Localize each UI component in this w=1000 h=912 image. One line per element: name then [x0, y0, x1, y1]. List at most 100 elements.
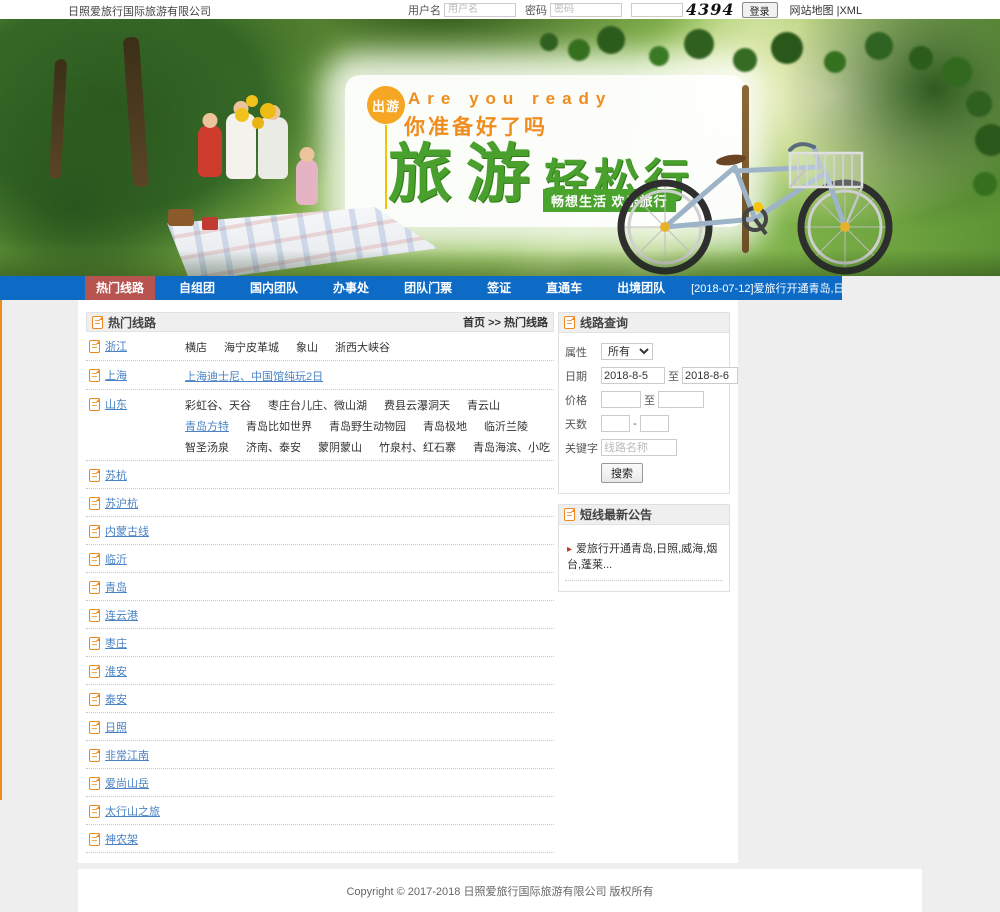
- nav-item[interactable]: 热门线路: [85, 276, 155, 300]
- route-row: 山东 彩虹谷、天谷 枣庄台儿庄、微山湖 费县云瀑洞天 青云山青岛方特 青岛比如世界 青岛野生…: [86, 390, 554, 461]
- company-name: 日照爱旅行国际旅游有限公司: [68, 3, 211, 19]
- document-icon: [564, 316, 575, 329]
- days-to-input[interactable]: [640, 415, 669, 432]
- nav-item[interactable]: 办事处: [322, 276, 380, 300]
- to-label: 至: [668, 368, 679, 384]
- route-link[interactable]: 济南、泰安: [246, 439, 301, 455]
- route-row: 爱尚山岳: [86, 769, 554, 797]
- captcha-input[interactable]: [631, 3, 683, 17]
- route-sublinks: [185, 747, 551, 748]
- breadcrumb-home-link[interactable]: 首页: [463, 317, 485, 329]
- region-link[interactable]: 神农架: [105, 831, 138, 847]
- keyword-input[interactable]: [601, 439, 677, 456]
- nav-item[interactable]: 自组团: [168, 276, 226, 300]
- region-link[interactable]: 临沂: [105, 551, 127, 567]
- route-search-form: 属性 所有 日期 至 价格 至: [559, 333, 729, 493]
- route-link[interactable]: 竹泉村、红石寨: [379, 439, 456, 455]
- nav-item[interactable]: 直通车: [535, 276, 593, 300]
- nav-item[interactable]: 国内团队: [239, 276, 309, 300]
- sunflowers-decoration: [246, 95, 258, 107]
- family-picnic-illustration: [150, 89, 450, 276]
- route-link[interactable]: 象山: [296, 339, 318, 355]
- login-button[interactable]: 登录: [742, 2, 778, 18]
- region-link[interactable]: 上海: [105, 367, 127, 383]
- price-label: 价格: [565, 392, 601, 408]
- route-link[interactable]: 青岛方特: [185, 418, 229, 434]
- price-to-input[interactable]: [658, 391, 704, 408]
- search-button[interactable]: 搜索: [601, 463, 643, 483]
- nav-item[interactable]: 团队门票: [393, 276, 463, 300]
- route-link[interactable]: 青岛海滨、小吃: [473, 439, 550, 455]
- notice-panel-title: 短线最新公告: [580, 506, 652, 523]
- region-link[interactable]: 青岛: [105, 579, 127, 595]
- route-link[interactable]: 临沂兰陵: [484, 418, 528, 434]
- route-sublinks: [185, 551, 551, 552]
- person-figure: [226, 113, 256, 179]
- nav-item[interactable]: 出境团队: [606, 276, 676, 300]
- route-link[interactable]: 费县云瀑洞天: [384, 397, 450, 413]
- region-link[interactable]: 苏杭: [105, 467, 127, 483]
- region-link[interactable]: 泰安: [105, 691, 127, 707]
- region-link[interactable]: 山东: [105, 396, 127, 412]
- region-link[interactable]: 连云港: [105, 607, 138, 623]
- sidebar-column: 线路查询 属性 所有 日期 至 价格: [558, 312, 730, 853]
- route-sublinks: [185, 803, 551, 804]
- sitemap-link[interactable]: 网站地图: [790, 5, 834, 17]
- route-sublinks: [185, 663, 551, 664]
- route-row: 苏沪杭: [86, 489, 554, 517]
- route-row: 太行山之旅: [86, 797, 554, 825]
- document-icon: [89, 833, 100, 846]
- region-link[interactable]: 浙江: [105, 338, 127, 354]
- region-link[interactable]: 淮安: [105, 663, 127, 679]
- route-link[interactable]: 上海迪士尼、中国馆纯玩2日: [185, 368, 323, 384]
- route-link[interactable]: 海宁皮革城: [224, 339, 279, 355]
- route-row: 神农架: [86, 825, 554, 853]
- route-row: 青岛: [86, 573, 554, 601]
- bicycle-illustration: [585, 127, 915, 276]
- days-from-input[interactable]: [601, 415, 630, 432]
- route-link[interactable]: 青岛比如世界: [246, 418, 312, 434]
- route-row: 临沂: [86, 545, 554, 573]
- region-link[interactable]: 日照: [105, 719, 127, 735]
- date-to-input[interactable]: [682, 367, 738, 384]
- route-sublinks: [185, 607, 551, 608]
- route-link[interactable]: 彩虹谷、天谷: [185, 397, 251, 413]
- person-figure: [198, 125, 222, 177]
- region-link[interactable]: 内蒙古线: [105, 523, 149, 539]
- notice-panel: 短线最新公告 ▸爱旅行开通青岛,日照,威海,烟台,蓬莱...: [558, 504, 730, 592]
- route-sublinks: [185, 831, 551, 832]
- nav-news-ticker[interactable]: [2018-07-12]爱旅行开通青岛,日照,威海,烟台,蓬莱,连云港金品五日.…: [691, 280, 842, 296]
- main-nav: 热门线路自组团国内团队办事处团队门票签证直通车出境团队 [2018-07-12]…: [0, 276, 842, 300]
- document-icon: [89, 581, 100, 594]
- region-link[interactable]: 枣庄: [105, 635, 127, 651]
- route-sublinks: 横店 海宁皮革城 象山 浙西大峡谷: [185, 338, 551, 355]
- region-link[interactable]: 非常江南: [105, 747, 149, 763]
- route-link[interactable]: 枣庄台儿庄、微山湖: [268, 397, 367, 413]
- route-link[interactable]: 青岛野生动物园: [329, 418, 406, 434]
- route-row: 连云港: [86, 601, 554, 629]
- nav-item[interactable]: 签证: [476, 276, 522, 300]
- notice-link[interactable]: 爱旅行开通青岛,日照,威海,烟台,蓬莱...: [567, 543, 717, 571]
- to-label: 至: [644, 392, 655, 408]
- route-link[interactable]: 蒙阴蒙山: [318, 439, 362, 455]
- xml-link[interactable]: |XML: [837, 5, 862, 17]
- username-input[interactable]: [444, 3, 516, 17]
- route-row: 浙江 横店 海宁皮革城 象山 浙西大峡谷: [86, 332, 554, 361]
- keyword-label: 关键字: [565, 440, 601, 456]
- password-input[interactable]: [550, 3, 622, 17]
- date-from-input[interactable]: [601, 367, 665, 384]
- region-link[interactable]: 太行山之旅: [105, 803, 160, 819]
- region-link[interactable]: 苏沪杭: [105, 495, 138, 511]
- document-icon: [89, 497, 100, 510]
- route-link[interactable]: 横店: [185, 339, 207, 355]
- route-link[interactable]: 青云山: [467, 397, 500, 413]
- document-icon: [89, 553, 100, 566]
- region-link[interactable]: 爱尚山岳: [105, 775, 149, 791]
- document-icon: [89, 749, 100, 762]
- attr-select[interactable]: 所有: [601, 343, 653, 360]
- route-link[interactable]: 浙西大峡谷: [335, 339, 390, 355]
- route-link[interactable]: 智圣汤泉: [185, 439, 229, 455]
- document-icon: [89, 398, 100, 411]
- price-from-input[interactable]: [601, 391, 641, 408]
- route-link[interactable]: 青岛极地: [423, 418, 467, 434]
